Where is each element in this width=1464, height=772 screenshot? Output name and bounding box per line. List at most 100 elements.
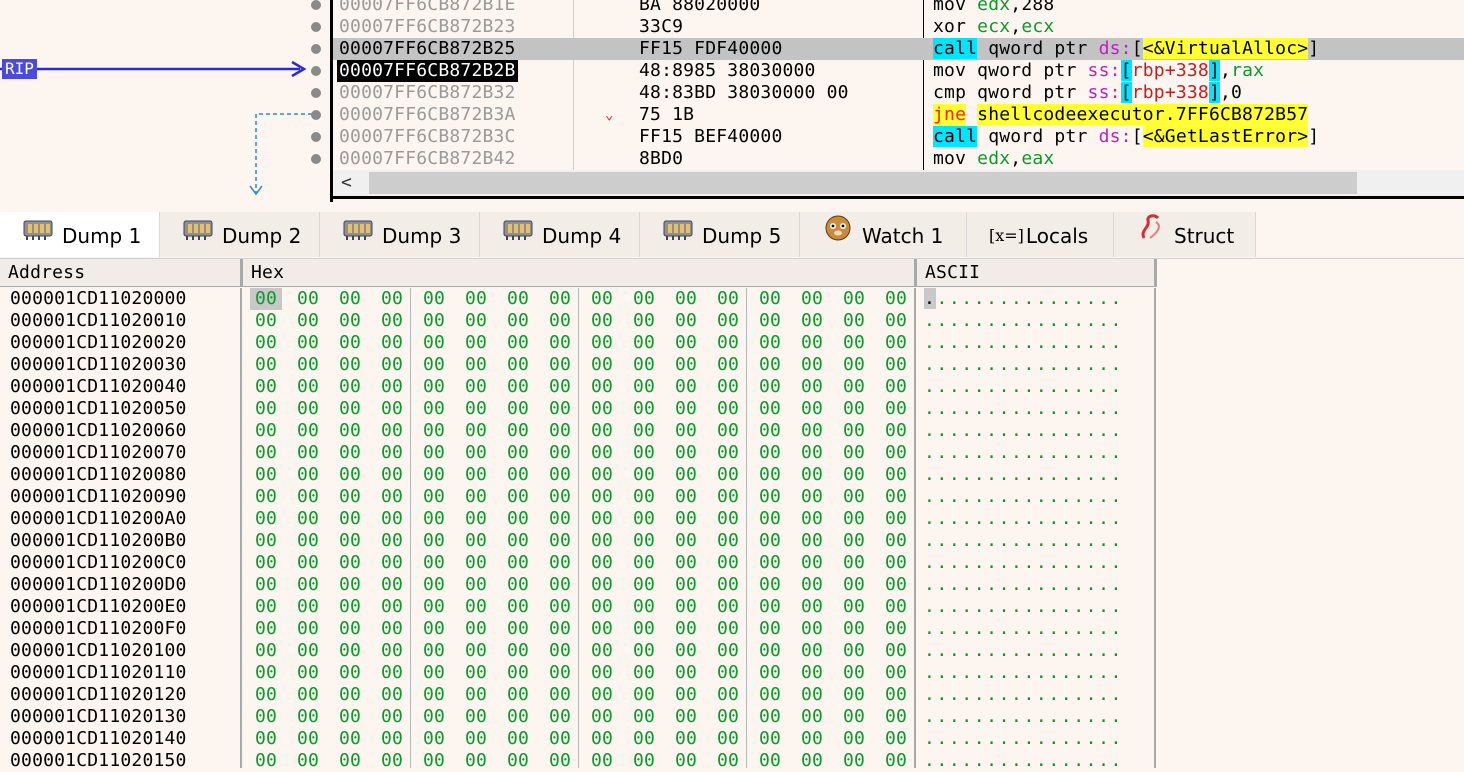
hex-byte[interactable]: 00 <box>544 640 576 662</box>
hex-byte[interactable]: 00 <box>838 574 870 596</box>
hex-byte[interactable]: 00 <box>838 684 870 706</box>
hex-byte[interactable]: 00 <box>586 728 618 750</box>
hex-byte[interactable]: 00 <box>670 706 702 728</box>
hex-byte[interactable]: 00 <box>460 728 492 750</box>
hex-byte[interactable]: 00 <box>838 464 870 486</box>
dump-row-address[interactable]: 000001CD11020130 <box>10 706 187 728</box>
dump-row-address[interactable]: 000001CD110200C0 <box>10 552 187 574</box>
hex-byte[interactable]: 00 <box>460 420 492 442</box>
disassembly-row[interactable]: 00007FF6CB872B1E BA 88020000 mov edx,288 <box>333 0 1464 16</box>
dump-row-address[interactable]: 000001CD110200A0 <box>10 508 187 530</box>
hex-byte[interactable]: 00 <box>292 486 324 508</box>
dump-row-address[interactable]: 000001CD11020030 <box>10 354 187 376</box>
hex-byte[interactable]: 00 <box>250 574 282 596</box>
hex-byte[interactable]: 00 <box>460 508 492 530</box>
hex-byte[interactable]: 00 <box>418 508 450 530</box>
hex-byte[interactable]: 00 <box>670 662 702 684</box>
hex-byte[interactable]: 00 <box>376 662 408 684</box>
hex-byte[interactable]: 00 <box>670 552 702 574</box>
hex-byte[interactable]: 00 <box>502 596 534 618</box>
hex-byte[interactable]: 00 <box>670 750 702 772</box>
hex-byte[interactable]: 00 <box>838 310 870 332</box>
hex-byte[interactable]: 00 <box>754 618 786 640</box>
hex-byte[interactable]: 00 <box>334 354 366 376</box>
hex-byte[interactable]: 00 <box>628 398 660 420</box>
hex-byte[interactable]: 00 <box>880 508 912 530</box>
hex-byte[interactable]: 00 <box>292 376 324 398</box>
hex-byte[interactable]: 00 <box>460 486 492 508</box>
hex-byte[interactable]: 00 <box>502 574 534 596</box>
hex-byte[interactable]: 00 <box>292 354 324 376</box>
instruction-text[interactable]: mov edx,288 <box>933 0 1054 16</box>
hex-byte[interactable]: 00 <box>712 728 744 750</box>
hex-byte[interactable]: 00 <box>250 508 282 530</box>
hex-byte[interactable]: 00 <box>544 552 576 574</box>
hex-byte[interactable]: 00 <box>754 332 786 354</box>
hex-byte[interactable]: 00 <box>460 706 492 728</box>
instruction-text[interactable]: call qword ptr ds:[<&VirtualAlloc>] <box>933 38 1319 60</box>
dump-row-address[interactable]: 000001CD110200E0 <box>10 596 187 618</box>
hex-byte[interactable]: 00 <box>418 310 450 332</box>
hex-byte[interactable]: 00 <box>502 354 534 376</box>
breakpoint-dot-icon[interactable] <box>311 132 321 142</box>
hex-byte[interactable]: 00 <box>670 420 702 442</box>
hex-byte[interactable]: 00 <box>418 354 450 376</box>
hex-byte[interactable]: 00 <box>460 354 492 376</box>
hex-byte[interactable]: 00 <box>250 288 282 310</box>
hex-dump-pane[interactable]: Address Hex ASCII 000001CD11020000 00 00 00… <box>0 259 1464 771</box>
hex-byte[interactable]: 00 <box>712 420 744 442</box>
disassembly-listing[interactable]: 00007FF6CB872B1E BA 88020000 mov edx,288 00… <box>333 0 1464 170</box>
instruction-address[interactable]: 00007FF6CB872B3A <box>337 104 518 126</box>
dump-row[interactable]: 000001CD11020100 00 00 00 00 00 00 00 00 00 00 00 00… <box>0 640 1160 662</box>
hex-byte[interactable]: 00 <box>334 442 366 464</box>
hex-byte[interactable]: 00 <box>418 728 450 750</box>
hex-byte[interactable]: 00 <box>586 640 618 662</box>
ascii-text[interactable]: ................ <box>924 552 1123 574</box>
hex-byte[interactable]: 00 <box>334 420 366 442</box>
hex-byte[interactable]: 00 <box>796 376 828 398</box>
tab-dump-1[interactable]: Dump 1 <box>0 212 160 257</box>
hex-byte[interactable]: 00 <box>670 728 702 750</box>
hex-byte[interactable]: 00 <box>292 398 324 420</box>
disassembly-row[interactable]: 00007FF6CB872B3C FF15 BEF40000 call qword … <box>333 126 1464 148</box>
hex-byte[interactable]: 00 <box>502 508 534 530</box>
hex-byte[interactable]: 00 <box>292 508 324 530</box>
hex-byte[interactable]: 00 <box>754 552 786 574</box>
hex-byte[interactable]: 00 <box>334 750 366 772</box>
hex-byte[interactable]: 00 <box>670 684 702 706</box>
hex-byte[interactable]: 00 <box>628 420 660 442</box>
hex-byte[interactable]: 00 <box>880 376 912 398</box>
hex-byte[interactable]: 00 <box>502 728 534 750</box>
hex-byte[interactable]: 00 <box>418 574 450 596</box>
hex-byte[interactable]: 00 <box>460 398 492 420</box>
hex-byte[interactable]: 00 <box>544 310 576 332</box>
hex-byte[interactable]: 00 <box>796 706 828 728</box>
hex-byte[interactable]: 00 <box>754 442 786 464</box>
hex-byte[interactable]: 00 <box>880 552 912 574</box>
hex-byte[interactable]: 00 <box>880 706 912 728</box>
hex-byte[interactable]: 00 <box>334 706 366 728</box>
ascii-text[interactable]: ................ <box>924 310 1123 332</box>
ascii-text[interactable]: ................ <box>924 706 1123 728</box>
hex-byte[interactable]: 00 <box>292 684 324 706</box>
hex-byte[interactable]: 00 <box>502 464 534 486</box>
hex-byte[interactable]: 00 <box>292 442 324 464</box>
dump-row[interactable]: 000001CD11020060 00 00 00 00 00 00 00 00 00 00 00 00… <box>0 420 1160 442</box>
dump-row[interactable]: 000001CD11020000 00 00 00 00 00 00 00 00 00 00 00 00… <box>0 288 1160 310</box>
ascii-text[interactable]: ................ <box>924 398 1123 420</box>
hex-byte[interactable]: 00 <box>544 398 576 420</box>
hex-byte[interactable]: 00 <box>754 310 786 332</box>
hex-byte[interactable]: 00 <box>376 728 408 750</box>
hex-byte[interactable]: 00 <box>376 508 408 530</box>
hex-byte[interactable]: 00 <box>670 442 702 464</box>
dump-row[interactable]: 000001CD110200B0 00 00 00 00 00 00 00 00 00 00 00 00… <box>0 530 1160 552</box>
hex-byte[interactable]: 00 <box>544 354 576 376</box>
hex-byte[interactable]: 00 <box>544 618 576 640</box>
dump-row-address[interactable]: 000001CD11020100 <box>10 640 187 662</box>
hex-byte[interactable]: 00 <box>334 640 366 662</box>
hex-byte[interactable]: 00 <box>460 684 492 706</box>
hex-byte[interactable]: 00 <box>460 574 492 596</box>
hex-byte[interactable]: 00 <box>376 618 408 640</box>
hex-byte[interactable]: 00 <box>838 486 870 508</box>
hex-byte[interactable]: 00 <box>838 332 870 354</box>
